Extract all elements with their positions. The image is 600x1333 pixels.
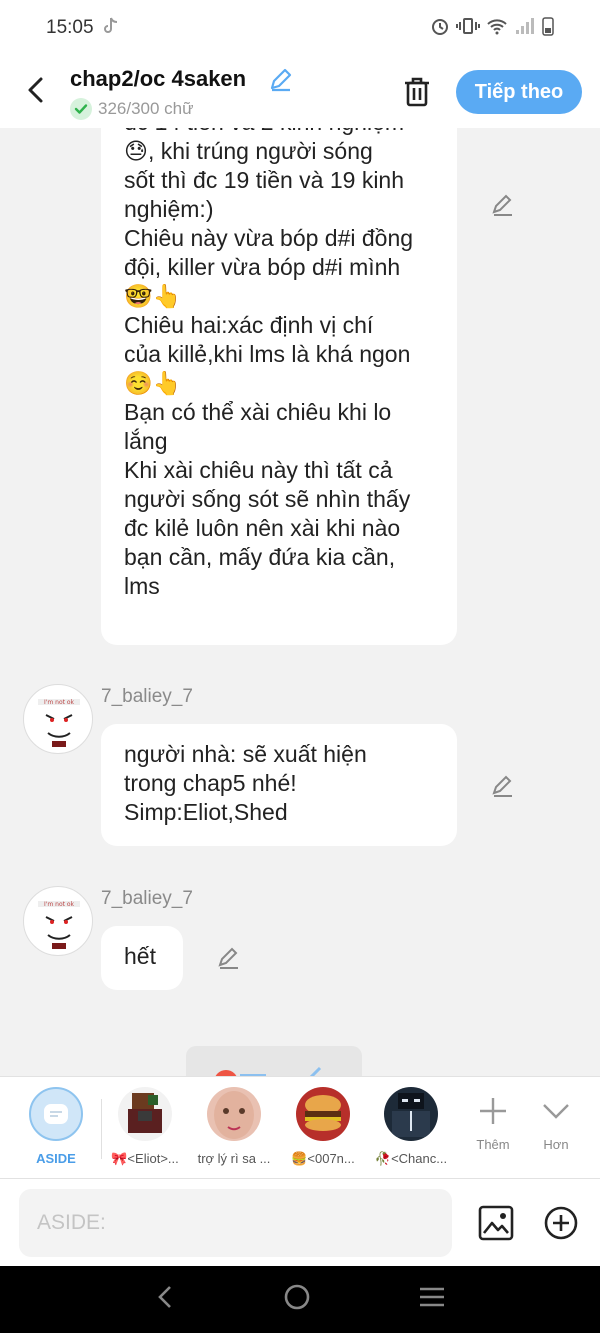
insert-image-button[interactable] [478, 1205, 514, 1246]
trash-icon [405, 77, 429, 107]
nav-back-icon [157, 1286, 171, 1308]
character-label: trợ lý rì sa ... [197, 1151, 271, 1166]
alarm-icon [430, 16, 450, 41]
nav-menu-icon [420, 1287, 445, 1307]
character-bar: ASIDE 🎀<Eliot>... trợ lý rì sa ... 🍔<007… [0, 1076, 600, 1178]
username: 7_baliey_7 [101, 888, 193, 909]
character-label: 🥀<Chanc... [374, 1151, 448, 1166]
message-bubble[interactable]: đc 14 tiền và 2 kinh nghiệm 😓, khi trúng… [101, 128, 457, 645]
message-bubble[interactable]: người nhà: sẽ xuất hiện trong chap5 nhé!… [101, 724, 457, 846]
character-label: 🍔<007n... [291, 1151, 355, 1166]
character-item[interactable]: trợ lý rì sa ... [189, 1087, 279, 1166]
wifi-icon [486, 16, 508, 41]
next-button[interactable]: Tiếp theo [456, 70, 582, 114]
character-avatar [384, 1087, 438, 1141]
message-bubble[interactable]: hết [101, 926, 183, 990]
back-button[interactable] [18, 70, 54, 110]
character-label: ASIDE [36, 1151, 76, 1166]
signal-icon [514, 16, 536, 41]
vibrate-icon [456, 16, 480, 41]
message-text: người nhà: sẽ xuất hiện trong chap5 nhé!… [124, 741, 367, 825]
add-content-button[interactable] [543, 1205, 579, 1246]
roblox-character-icon [128, 1093, 162, 1133]
image-icon [478, 1205, 514, 1241]
character-aside[interactable]: ASIDE [11, 1087, 101, 1166]
nav-home-button[interactable] [282, 1282, 312, 1317]
aside-bubble-icon [44, 1104, 68, 1124]
tool-label: Thêm [476, 1137, 510, 1152]
aside-avatar [29, 1087, 83, 1141]
back-arrow-icon [28, 77, 43, 103]
word-count: 326/300 chữ [70, 98, 194, 120]
pencil-icon [270, 68, 292, 92]
character-avatar [296, 1087, 350, 1141]
edit-title-button[interactable] [268, 66, 294, 97]
delete-button[interactable] [398, 72, 436, 112]
aside-input[interactable] [19, 1189, 452, 1257]
character-avatar [118, 1087, 172, 1141]
message-text: hết [124, 943, 156, 969]
floating-toolbar-peek[interactable] [186, 1046, 362, 1076]
emoji-peek-icon [215, 1066, 322, 1076]
avatar[interactable]: I'm not ok [23, 886, 93, 956]
tool-label: Hơn [543, 1137, 569, 1152]
story-title: chap2/oc 4saken [70, 66, 247, 91]
character-face-icon: I'm not ok [38, 699, 80, 747]
pencil-icon [492, 194, 512, 216]
svg-text:I'm not ok: I'm not ok [44, 901, 75, 908]
plus-icon [480, 1098, 506, 1124]
suited-character-icon [392, 1093, 430, 1137]
nav-back-button[interactable] [153, 1283, 177, 1316]
avatar[interactable]: I'm not ok [23, 684, 93, 754]
status-bar: 15:05 [0, 0, 600, 56]
check-icon [70, 98, 92, 120]
battery-icon [542, 16, 554, 41]
nav-home-icon [284, 1284, 310, 1310]
character-item[interactable]: 🥀<Chanc... [366, 1087, 456, 1167]
message-text: đc 14 tiền và 2 kinh nghiệm 😓, khi trúng… [124, 128, 414, 599]
plus-circle-icon [544, 1206, 578, 1240]
system-nav-bar [0, 1266, 600, 1333]
edit-message-button[interactable] [490, 773, 516, 804]
face-photo-icon [214, 1091, 254, 1139]
username: 7_baliey_7 [101, 686, 193, 707]
pencil-icon [492, 775, 512, 797]
chevron-down-icon [543, 1104, 569, 1119]
chat-area[interactable]: đc 14 tiền và 2 kinh nghiệm 😓, khi trúng… [0, 128, 600, 1076]
burger-character-icon [305, 1095, 341, 1131]
editor-header: chap2/oc 4saken 326/300 chữ Tiếp theo [0, 56, 600, 128]
svg-text:I'm not ok: I'm not ok [44, 699, 75, 706]
character-avatar [207, 1087, 261, 1141]
edit-message-button[interactable] [216, 945, 242, 976]
add-character-button[interactable]: Thêm [463, 1095, 523, 1152]
edit-message-button[interactable] [490, 192, 516, 223]
composer-bar [0, 1178, 600, 1266]
character-label: 🎀<Eliot>... [111, 1151, 179, 1166]
character-item[interactable]: 🍔<007n... [278, 1087, 368, 1167]
status-time: 15:05 [46, 17, 94, 38]
nav-recents-button[interactable] [417, 1284, 447, 1315]
word-count-text: 326/300 chữ [98, 99, 194, 118]
character-item[interactable]: 🎀<Eliot>... [100, 1087, 190, 1167]
expand-button[interactable]: Hơn [526, 1095, 586, 1152]
character-face-icon: I'm not ok [38, 901, 80, 949]
pencil-icon [218, 947, 238, 969]
tiktok-icon [102, 16, 120, 41]
